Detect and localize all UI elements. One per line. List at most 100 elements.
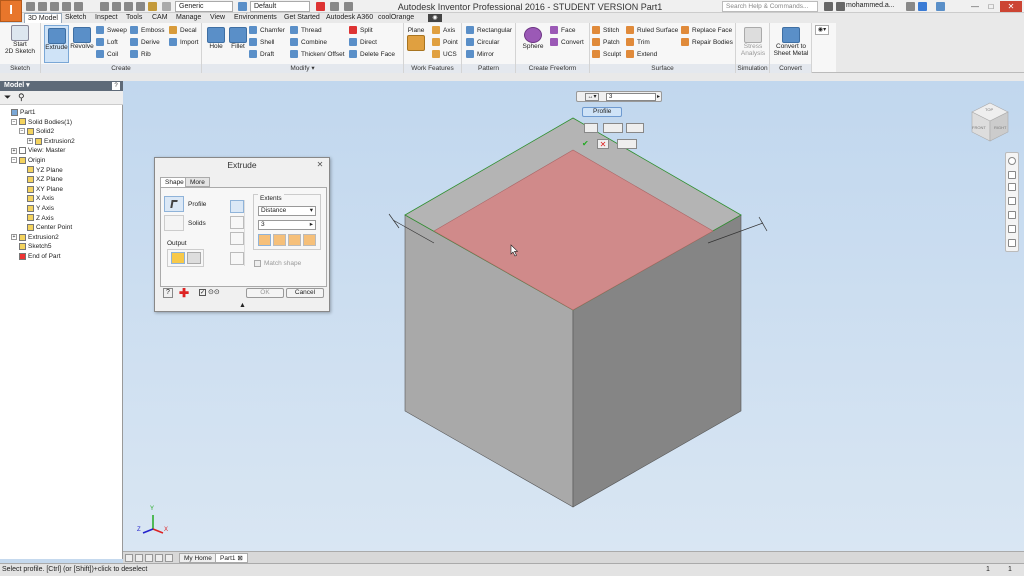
expand-toggle-icon[interactable]: − <box>11 157 17 164</box>
derive-button[interactable]: Derive <box>130 37 160 48</box>
find-icon[interactable]: ⚲ <box>18 93 25 102</box>
tab-manage[interactable]: Manage <box>173 13 204 23</box>
point-button[interactable]: Point <box>432 37 458 48</box>
update-icon[interactable] <box>112 2 121 11</box>
home-icon[interactable] <box>100 2 109 11</box>
direction-dropdown[interactable]: ↔▾ <box>585 93 599 101</box>
extents-type-select[interactable]: Distance ▾ <box>258 206 316 216</box>
plane-button[interactable]: Plane <box>404 25 428 51</box>
direction-1-button[interactable] <box>258 234 271 246</box>
face-button[interactable]: Face <box>550 25 575 36</box>
axis-button[interactable]: Axis <box>432 25 455 36</box>
stitch-button[interactable]: Stitch <box>592 25 619 36</box>
thicken-offset-button[interactable]: Thicken/ Offset <box>290 49 345 60</box>
tab-inspect[interactable]: Inspect <box>92 13 121 23</box>
fx-icon[interactable] <box>344 2 353 11</box>
pan-icon[interactable] <box>1008 171 1016 179</box>
new-icon[interactable] <box>26 2 35 11</box>
browser-tree-item[interactable]: XZ Plane <box>19 175 63 184</box>
look-at-icon[interactable] <box>1008 211 1016 219</box>
replace-face-button[interactable]: Replace Face <box>681 25 732 36</box>
save-icon[interactable] <box>50 2 59 11</box>
distance-field[interactable]: 3 ▸ <box>258 220 316 230</box>
convert-sheet-metal-button[interactable]: Convert to Sheet Metal <box>774 25 808 57</box>
browser-title[interactable]: Model ▾ <box>0 81 123 91</box>
rib-button[interactable]: Rib <box>130 49 151 60</box>
emboss-button[interactable]: Emboss <box>130 25 164 36</box>
solids-select-button[interactable] <box>164 215 184 231</box>
full-nav-wheel-icon[interactable] <box>1008 239 1016 247</box>
import-button[interactable]: Import <box>169 37 198 48</box>
tab-coolorange[interactable]: coolOrange <box>375 13 417 23</box>
symmetric-button[interactable] <box>288 234 301 246</box>
measure-icon[interactable] <box>136 2 145 11</box>
split-button[interactable]: Split <box>349 25 373 36</box>
mini-output-button[interactable] <box>584 123 598 133</box>
select-icon[interactable] <box>124 2 133 11</box>
appearance-select[interactable]: Default <box>250 1 310 12</box>
mini-extents-dropdown[interactable] <box>626 123 644 133</box>
revolve-button[interactable]: Revolve <box>70 25 94 50</box>
ruled-surface-button[interactable]: Ruled Surface <box>626 25 678 36</box>
browser-tree-item[interactable]: YZ Plane <box>19 166 63 175</box>
browser-help-icon[interactable]: ? <box>112 82 120 90</box>
tab-3d-model[interactable]: 3D Model <box>24 13 62 23</box>
expand-toggle-icon[interactable]: + <box>11 147 17 154</box>
ribbon-extra-dropdown[interactable]: ◉▾ <box>815 25 829 35</box>
browser-tree-item[interactable]: − Origin <box>11 156 45 165</box>
mini-operation-dropdown[interactable] <box>603 123 623 133</box>
group-label-modify[interactable]: Modify ▾ <box>202 64 403 73</box>
chamfer-button[interactable]: Chamfer <box>249 25 285 36</box>
tab-tools[interactable]: Tools <box>123 13 145 23</box>
distance-input[interactable]: 3 <box>606 93 656 101</box>
new-solid-button[interactable] <box>230 252 244 265</box>
coil-button[interactable]: Coil <box>96 49 118 60</box>
browser-tree-item[interactable]: End of Part <box>11 252 61 261</box>
sweep-button[interactable]: Sweep <box>96 25 127 36</box>
zoom-icon[interactable] <box>1008 183 1016 191</box>
stress-analysis-button[interactable]: Stress Analysis <box>741 25 765 57</box>
tabs-arrange-icon[interactable] <box>155 554 163 562</box>
tab-autodesk-a360[interactable]: Autodesk A360 <box>323 13 376 23</box>
cart-icon[interactable] <box>906 2 915 11</box>
profile-select-button[interactable] <box>164 196 184 212</box>
browser-tree-item[interactable]: − Solid2 <box>19 127 54 136</box>
tab-cam[interactable]: CAM <box>149 13 171 23</box>
inventor-logo-icon[interactable]: I <box>0 0 22 22</box>
patch-button[interactable]: Patch <box>592 37 620 48</box>
output-solid-button[interactable] <box>171 252 185 264</box>
delete-face-button[interactable]: Delete Face <box>349 49 395 60</box>
tab-part1[interactable]: Part1 ⊠ <box>215 553 248 563</box>
decal-button[interactable]: Decal <box>169 25 197 36</box>
expand-toggle-icon[interactable]: − <box>11 118 17 125</box>
repair-bodies-button[interactable]: Repair Bodies <box>681 37 733 48</box>
rectangular-button[interactable]: Rectangular <box>466 25 512 36</box>
tab-environments[interactable]: Environments <box>231 13 280 23</box>
tab-sketch[interactable]: Sketch <box>62 13 89 23</box>
material-select[interactable]: Generic <box>175 1 233 12</box>
sphere-button[interactable]: Sphere <box>521 25 545 50</box>
match-shape-checkbox[interactable] <box>254 260 261 267</box>
browser-tree-item[interactable]: Center Point <box>19 223 72 232</box>
tabs-nav-left-icon[interactable] <box>125 554 133 562</box>
browser-tree-item[interactable]: Y Axis <box>19 204 54 213</box>
browser-tree-item[interactable]: XY Plane <box>19 185 63 194</box>
fillet-button[interactable]: Fillet <box>226 25 250 50</box>
browser-tree-item[interactable]: X Axis <box>19 194 54 203</box>
cut-button[interactable] <box>230 216 244 229</box>
tab-view[interactable]: View <box>207 13 228 23</box>
convert-button[interactable]: Convert <box>550 37 584 48</box>
start-2d-sketch-button[interactable]: Start 2D Sketch <box>5 25 35 55</box>
mirror-button[interactable]: Mirror <box>466 49 494 60</box>
output-surface-button[interactable] <box>187 252 201 264</box>
browser-tree-item[interactable]: + Extrusion2 <box>27 137 75 146</box>
loft-button[interactable]: Loft <box>96 37 118 48</box>
direction-2-button[interactable] <box>273 234 286 246</box>
filter-icon[interactable]: ⏷ <box>4 93 11 102</box>
asymmetric-button[interactable] <box>303 234 316 246</box>
maximize-button[interactable]: □ <box>984 1 998 12</box>
steering-wheel-icon[interactable] <box>1008 157 1016 165</box>
expand-toggle-icon[interactable]: + <box>11 234 17 241</box>
preview-checkbox[interactable]: ✓ <box>199 289 206 296</box>
distance-arrow-icon[interactable]: ▸ <box>657 93 660 100</box>
